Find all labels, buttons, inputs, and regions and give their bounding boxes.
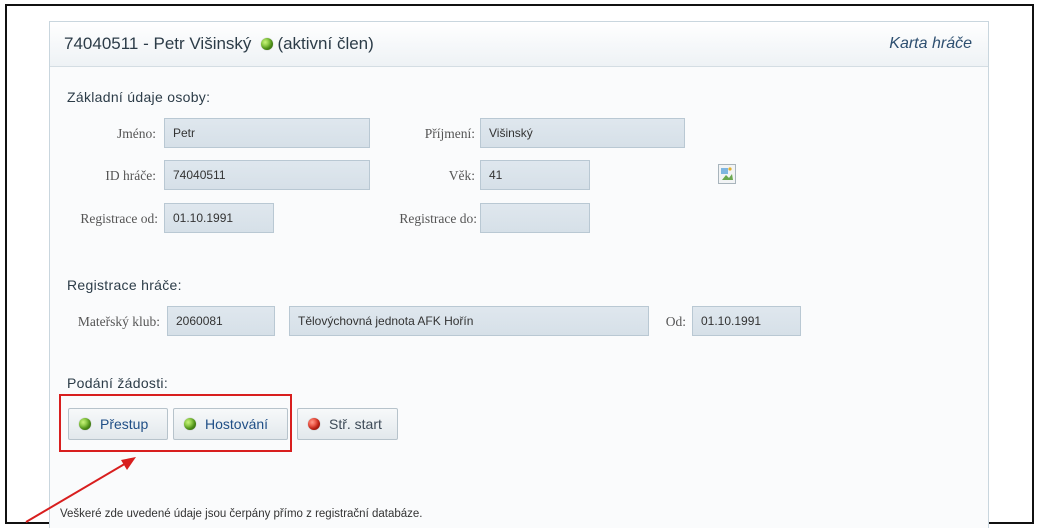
footnote-text: Veškeré zde uvedené údaje jsou čerpány p… <box>60 508 423 520</box>
annotation-arrow-icon <box>25 457 136 523</box>
